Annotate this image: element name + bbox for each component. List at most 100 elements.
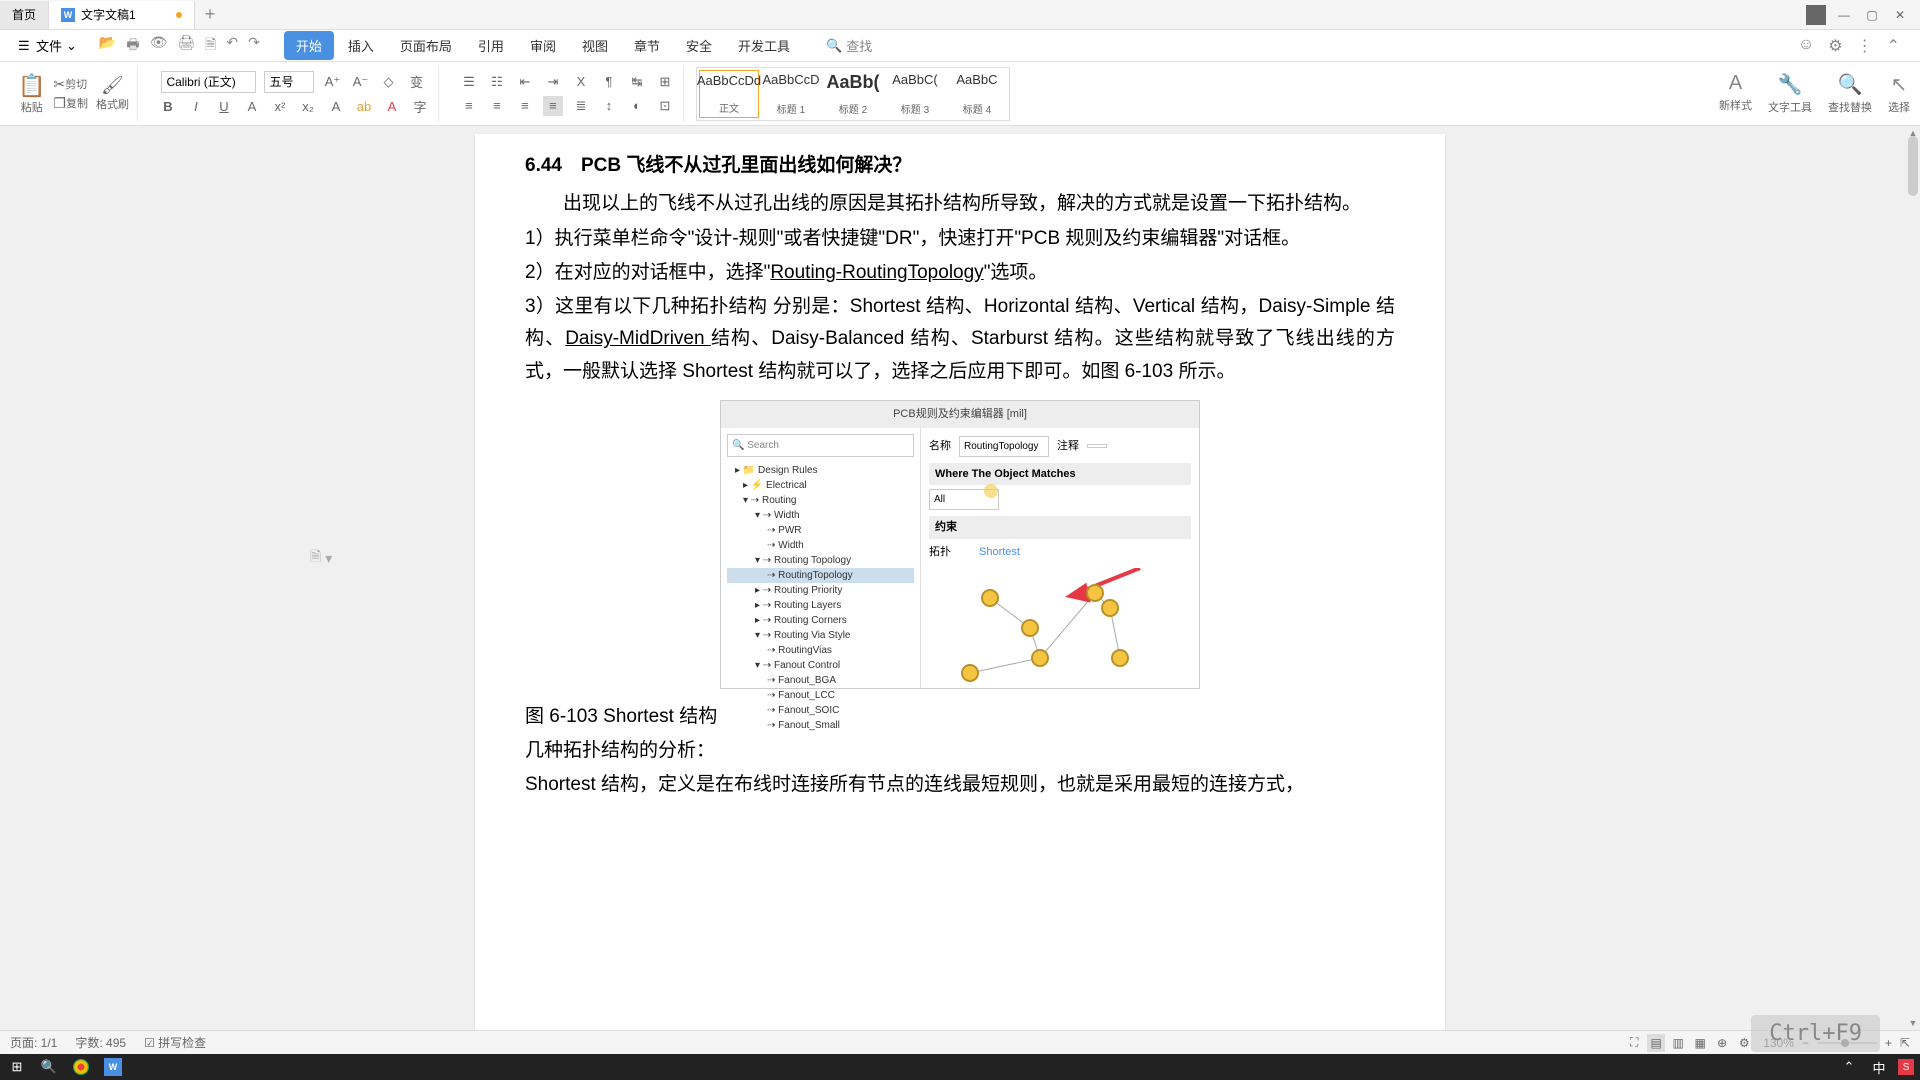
tab-insert[interactable]: 插入 (336, 31, 386, 60)
word-count[interactable]: 字数: 495 (75, 1034, 126, 1051)
format-painter-icon[interactable]: 🖌 (101, 75, 124, 96)
styles-gallery[interactable]: AaBbCcDd正文 AaBbCcD标题 1 AaBb(标题 2 AaBbC(标… (696, 67, 1010, 121)
tab-review[interactable]: 审阅 (518, 31, 568, 60)
export-icon[interactable]: 🗎 (205, 34, 216, 58)
align-left-button[interactable]: ≡ (459, 96, 479, 116)
page-indicator[interactable]: 页面: 1/1 (10, 1034, 57, 1051)
view-outline-icon[interactable]: ▥ (1669, 1034, 1687, 1052)
collapse-ribbon-icon[interactable]: ⌃ (1887, 36, 1900, 56)
view-globe-icon[interactable]: ⊕ (1713, 1034, 1731, 1052)
start-button[interactable]: ⊞ (6, 1056, 28, 1078)
subscript-button[interactable]: x₂ (298, 97, 318, 117)
shading-button[interactable]: ◐ (627, 96, 647, 116)
taskbar-search-icon[interactable]: 🔍 (38, 1056, 60, 1078)
view-fullscreen-icon[interactable]: ⛶ (1625, 1034, 1643, 1052)
tab-home[interactable]: 首页 (0, 1, 49, 29)
open-icon[interactable]: 📂 (99, 34, 116, 58)
settings-icon[interactable]: ⚙ (1828, 36, 1842, 56)
taskbar-wps[interactable]: W (102, 1056, 124, 1078)
align-right-button[interactable]: ≡ (515, 96, 535, 116)
scroll-down-icon[interactable]: ▼ (1906, 1016, 1920, 1030)
superscript-button[interactable]: x² (270, 97, 290, 117)
sogou-ime-icon[interactable]: S (1898, 1059, 1914, 1075)
bold-button[interactable]: B (158, 97, 178, 117)
line-spacing-button[interactable]: ↕ (599, 96, 619, 116)
show-marks-button[interactable]: ¶ (599, 72, 619, 92)
underline-button[interactable]: U (214, 97, 234, 117)
char-border-button[interactable]: 字 (410, 97, 430, 117)
style-h1[interactable]: AaBbCcD标题 1 (761, 70, 821, 118)
indent-dec-button[interactable]: ⇤ (515, 72, 535, 92)
font-color-button[interactable]: A (382, 97, 402, 117)
ime-indicator[interactable]: 中 (1868, 1056, 1890, 1078)
notification-badge[interactable]: 1 (1806, 5, 1826, 25)
text-tools-button[interactable]: 🔧文字工具 (1768, 72, 1812, 115)
tab-document[interactable]: W 文字文稿1 (49, 1, 195, 29)
tab-symbol-button[interactable]: ↹ (627, 72, 647, 92)
align-center-button[interactable]: ≡ (487, 96, 507, 116)
print-preview-icon[interactable]: 👁 (150, 34, 168, 58)
document-area[interactable]: 🗎▾ 6.44 PCB 飞线不从过孔里面出线如何解决？ 出现以上的飞线不从过孔出… (0, 126, 1920, 1030)
maximize-button[interactable]: ▢ (1862, 5, 1882, 25)
save-icon[interactable]: 🖶 (126, 34, 139, 58)
figure-name-value: RoutingTopology (959, 436, 1049, 457)
cut-button[interactable]: ✂ 剪切 (53, 76, 88, 93)
new-tab-button[interactable]: + (195, 4, 226, 25)
tab-view[interactable]: 视图 (570, 31, 620, 60)
strike-button[interactable]: A (242, 97, 262, 117)
style-normal[interactable]: AaBbCcDd正文 (699, 70, 759, 118)
distribute-button[interactable]: ≣ (571, 96, 591, 116)
tab-chapter[interactable]: 章节 (622, 31, 672, 60)
indent-inc-button[interactable]: ⇥ (543, 72, 563, 92)
redo-icon[interactable]: ↷ (248, 34, 260, 58)
undo-icon[interactable]: ↶ (226, 34, 238, 58)
scroll-thumb[interactable] (1908, 136, 1918, 196)
fit-width-icon[interactable]: ⇱ (1900, 1036, 1910, 1050)
highlight-button[interactable]: ab (354, 97, 374, 117)
border-button[interactable]: ⊞ (655, 72, 675, 92)
tab-reference[interactable]: 引用 (466, 31, 516, 60)
font-name-select[interactable] (161, 71, 256, 93)
style-h4[interactable]: AaBbC标题 4 (947, 70, 1007, 118)
taskbar-chrome[interactable] (70, 1056, 92, 1078)
minimize-button[interactable]: — (1834, 5, 1854, 25)
text-effect-button[interactable]: A (326, 97, 346, 117)
select-button[interactable]: ↖选择 (1888, 72, 1910, 115)
decrease-font-icon[interactable]: A⁻ (350, 72, 370, 92)
tab-layout[interactable]: 页面布局 (388, 31, 464, 60)
zoom-in-button[interactable]: + (1885, 1036, 1892, 1050)
vertical-scrollbar[interactable]: ▲ ▼ (1906, 126, 1920, 1030)
search-box[interactable]: 🔍 查找 (826, 36, 872, 55)
tab-start[interactable]: 开始 (284, 31, 334, 60)
tab-security[interactable]: 安全 (674, 31, 724, 60)
paste-icon[interactable]: 📋 (18, 73, 45, 99)
view-web-icon[interactable]: ▦ (1691, 1034, 1709, 1052)
font-size-select[interactable] (264, 71, 314, 93)
style-h2[interactable]: AaBb(标题 2 (823, 70, 883, 118)
bullets-button[interactable]: ☰ (459, 72, 479, 92)
tab-devtools[interactable]: 开发工具 (726, 31, 802, 60)
file-menu[interactable]: 文件 ⌄ (10, 32, 85, 59)
print-icon[interactable]: 🖨 (177, 34, 195, 58)
close-button[interactable]: ✕ (1890, 5, 1910, 25)
document-page[interactable]: 6.44 PCB 飞线不从过孔里面出线如何解决？ 出现以上的飞线不从过孔出线的原… (475, 134, 1445, 1030)
numbering-button[interactable]: ☷ (487, 72, 507, 92)
tray-chevron-icon[interactable]: ⌃ (1838, 1056, 1860, 1078)
feedback-icon[interactable]: ☺ (1798, 36, 1814, 56)
more-icon[interactable]: ⋮ (1857, 36, 1873, 56)
insert-side-button[interactable]: 🗎▾ (310, 546, 332, 570)
copy-button[interactable]: ❐ 复制 (53, 95, 88, 112)
new-style-button[interactable]: A新样式 (1719, 72, 1752, 115)
sort-button[interactable]: X (571, 72, 591, 92)
increase-font-icon[interactable]: A⁺ (322, 72, 342, 92)
tree-electrical: ▸ ⚡ Electrical (727, 478, 914, 493)
phonetic-icon[interactable]: 变 (406, 72, 426, 92)
find-replace-button[interactable]: 🔍查找替换 (1828, 72, 1872, 115)
style-h3[interactable]: AaBbC(标题 3 (885, 70, 945, 118)
align-justify-button[interactable]: ≡ (543, 96, 563, 116)
borders-button[interactable]: ⊡ (655, 96, 675, 116)
view-page-icon[interactable]: ▤ (1647, 1034, 1665, 1052)
italic-button[interactable]: I (186, 97, 206, 117)
spell-check[interactable]: ☑ 拼写检查 (144, 1034, 206, 1051)
clear-format-icon[interactable]: ◇ (378, 72, 398, 92)
